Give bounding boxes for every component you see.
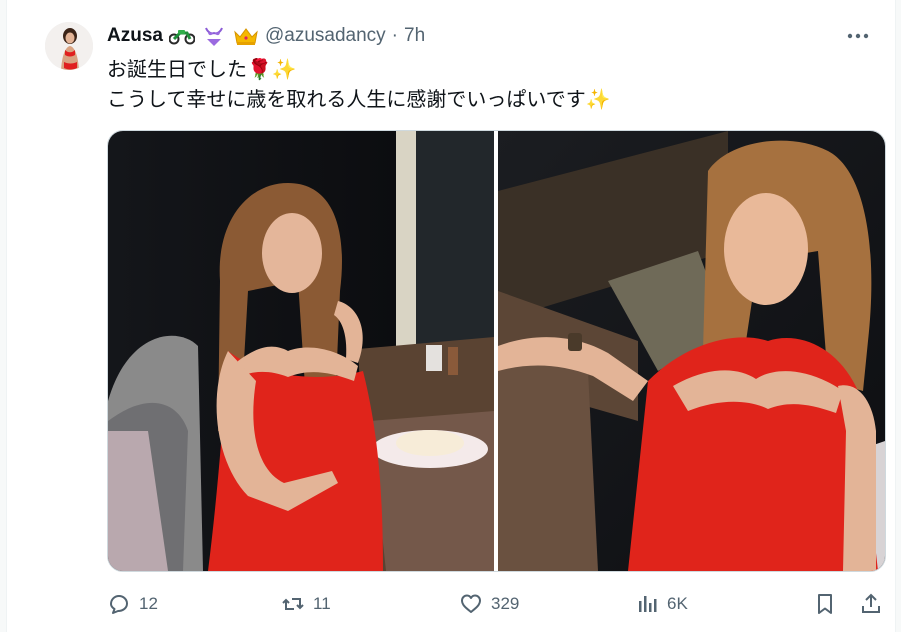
tweet-timestamp[interactable]: 7h [404, 25, 425, 47]
author-handle[interactable]: @azusadancy [265, 25, 386, 47]
motorcycle-emoji-icon [168, 25, 195, 47]
views-chart-icon [639, 596, 657, 612]
tweet-header: Azusa @azusadancy · 7h [107, 22, 425, 50]
author-name[interactable]: Azusa [107, 25, 163, 47]
like-count: 329 [491, 594, 520, 613]
retweet-count: 11 [313, 594, 331, 613]
avatar[interactable] [45, 22, 93, 70]
crown-emoji-icon [233, 25, 259, 47]
red-dress-selfie-photo [498, 131, 885, 571]
birthday-dinner-photo [108, 131, 494, 571]
views-count: 6K [667, 594, 688, 613]
bookmark-button[interactable] [813, 588, 837, 620]
tweet-text: お誕生日でした🌹✨ こうして幸せに歳を取れる人生に感謝でいっぱいです✨ [107, 55, 611, 115]
reply-icon [110, 595, 128, 614]
retweet-button[interactable]: 11 [281, 588, 331, 620]
reply-button[interactable]: 12 [107, 588, 158, 620]
avatar-image [45, 22, 93, 70]
bookmark-icon [818, 594, 832, 614]
meta-separator: · [391, 25, 398, 46]
tweet-actions: 12 11 329 6K [107, 588, 887, 620]
share-icon [862, 593, 880, 613]
more-horizontal-icon [847, 33, 869, 39]
reply-count: 12 [139, 594, 158, 613]
more-options-button[interactable] [843, 24, 873, 48]
tweet-text-line-2: こうして幸せに歳を取れる人生に感謝でいっぱいです✨ [107, 89, 611, 111]
heart-icon [461, 594, 481, 613]
like-button[interactable]: 329 [459, 588, 519, 620]
share-button[interactable] [859, 588, 883, 620]
tweet-text-line-1: お誕生日でした🌹✨ [107, 59, 297, 81]
tweet-photo-2[interactable] [498, 131, 885, 571]
retweet-icon [282, 598, 304, 610]
media-grid [107, 130, 886, 572]
tweet-photo-1[interactable] [108, 131, 494, 571]
tweet-card[interactable]: Azusa @azusadancy · 7h お誕生日でした🌹✨ こうして幸せに… [6, 0, 896, 632]
views-button[interactable]: 6K [635, 588, 688, 620]
bikini-emoji-icon [201, 25, 227, 47]
